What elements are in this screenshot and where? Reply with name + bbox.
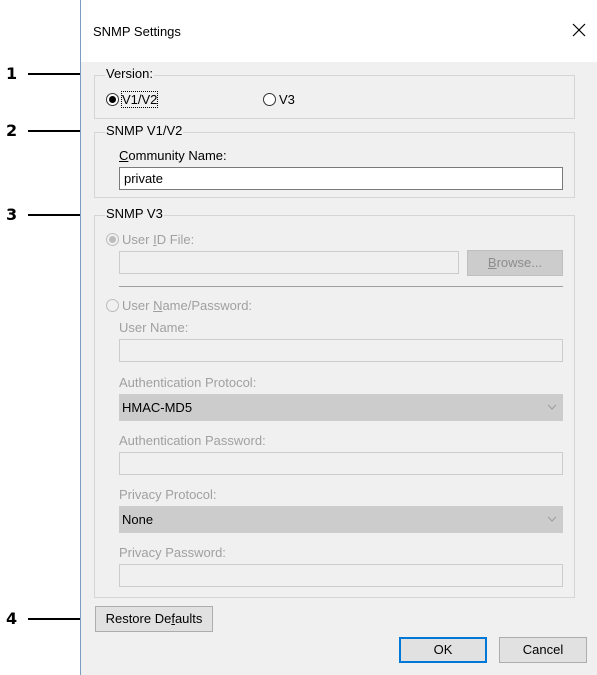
- browse-button[interactable]: Browse...: [467, 250, 563, 276]
- callout-number-3: 3: [6, 205, 18, 224]
- radio-v1v2[interactable]: [106, 93, 119, 106]
- auth-protocol-select[interactable]: HMAC-MD5: [119, 394, 563, 421]
- community-name-input[interactable]: private: [119, 167, 563, 190]
- radio-user-id-file[interactable]: [106, 233, 119, 246]
- restore-defaults-button[interactable]: Restore Defaults: [95, 606, 213, 632]
- auth-protocol-value: HMAC-MD5: [122, 400, 193, 415]
- version-legend: Version:: [105, 66, 154, 81]
- cancel-button[interactable]: Cancel: [499, 637, 587, 663]
- radio-user-name-password[interactable]: [106, 299, 119, 312]
- snmp-v3-legend: SNMP V3: [105, 206, 164, 221]
- v3-separator: [119, 286, 563, 287]
- user-id-file-label: User ID File:: [122, 232, 195, 247]
- title-bar: SNMP Settings: [81, 0, 597, 62]
- radio-v3[interactable]: [263, 93, 276, 106]
- snmp-v1v2-legend: SNMP V1/V2: [105, 123, 184, 138]
- user-name-label: User Name:: [119, 320, 189, 335]
- user-name-password-label: User Name/Password:: [122, 298, 253, 313]
- privacy-protocol-label: Privacy Protocol:: [119, 487, 217, 502]
- privacy-protocol-select[interactable]: None: [119, 506, 563, 533]
- version-group: [94, 75, 575, 119]
- radio-v1v2-label[interactable]: V1/V2: [120, 91, 159, 108]
- community-name-label: Community Name:: [119, 148, 227, 163]
- callout-number-4: 4: [6, 609, 18, 628]
- callout-number-2: 2: [6, 121, 18, 140]
- privacy-password-label: Privacy Password:: [119, 545, 226, 560]
- snmp-settings-dialog: SNMP Settings Version: V1/V2 V3 SNMP V1/…: [80, 0, 597, 675]
- privacy-password-input[interactable]: [119, 564, 563, 587]
- close-icon: [572, 23, 586, 37]
- chevron-down-icon: [548, 516, 556, 522]
- callout-number-1: 1: [6, 64, 18, 83]
- user-id-file-input[interactable]: [119, 251, 459, 274]
- ok-button[interactable]: OK: [399, 637, 487, 663]
- auth-password-label: Authentication Password:: [119, 433, 266, 448]
- chevron-down-icon: [548, 404, 556, 410]
- auth-protocol-label: Authentication Protocol:: [119, 375, 257, 390]
- auth-password-input[interactable]: [119, 452, 563, 475]
- user-name-input[interactable]: [119, 339, 563, 362]
- dialog-title: SNMP Settings: [93, 24, 181, 39]
- close-button[interactable]: [569, 20, 589, 40]
- radio-v3-label[interactable]: V3: [279, 92, 295, 107]
- privacy-protocol-value: None: [122, 512, 154, 527]
